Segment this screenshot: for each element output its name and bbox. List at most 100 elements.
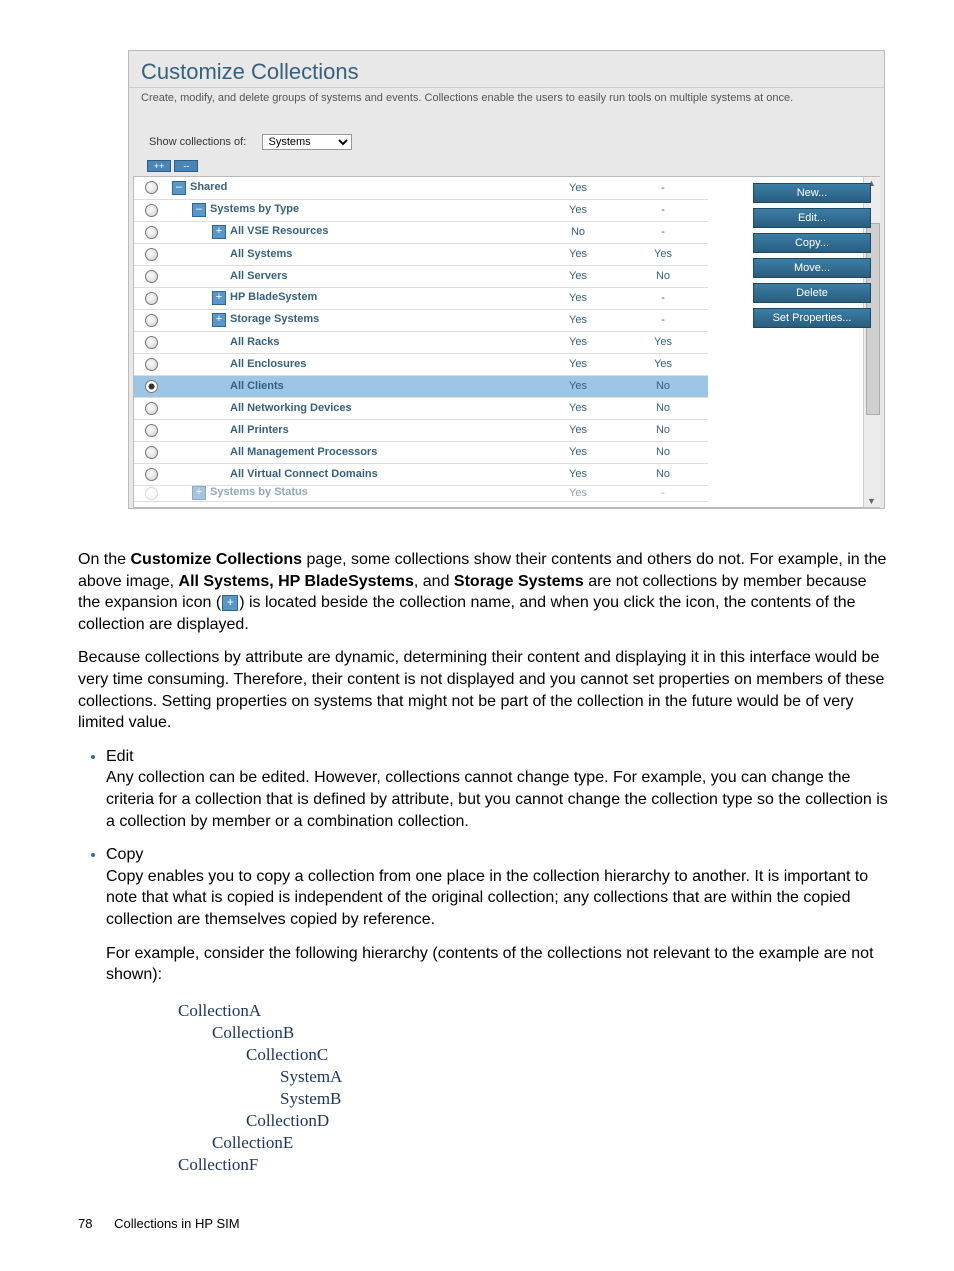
page-footer: 78 Collections in HP SIM: [78, 1216, 904, 1231]
row-col3: Yes: [538, 485, 618, 501]
row-radio[interactable]: [145, 402, 158, 415]
row-col4: Yes: [618, 353, 708, 375]
table-row[interactable]: All Virtual Connect DomainsYesNo: [134, 463, 708, 485]
row-radio[interactable]: [145, 204, 158, 217]
row-radio[interactable]: [145, 380, 158, 393]
row-radio[interactable]: [145, 424, 158, 437]
row-col3: Yes: [538, 199, 618, 221]
row-col4: -: [618, 485, 708, 501]
expand-all-button[interactable]: ++: [147, 160, 171, 172]
row-col3: Yes: [538, 375, 618, 397]
table-row[interactable]: –Systems by TypeYes-: [134, 199, 708, 221]
list-item-edit: Edit: [106, 748, 134, 765]
expand-icon[interactable]: +: [212, 291, 226, 305]
row-col4: -: [618, 221, 708, 243]
table-row[interactable]: All Management Processors YesNo: [134, 441, 708, 463]
row-label: All Networking Devices: [230, 402, 352, 414]
show-collections-select[interactable]: Systems: [262, 134, 352, 150]
row-label: All Servers: [230, 270, 287, 282]
collapse-all-button[interactable]: --: [174, 160, 198, 172]
expand-icon: +: [222, 595, 238, 611]
row-label: Shared: [190, 181, 227, 193]
row-label: All VSE Resources: [230, 225, 328, 237]
row-radio[interactable]: [145, 181, 158, 194]
show-collections-label: Show collections of:: [149, 136, 246, 148]
row-label: HP BladeSystem: [230, 291, 317, 303]
table-row[interactable]: All Enclosures YesYes: [134, 353, 708, 375]
row-label: All Management Processors: [230, 446, 377, 458]
table-row[interactable]: All PrintersYesNo: [134, 419, 708, 441]
table-row[interactable]: All Servers YesNo: [134, 265, 708, 287]
row-label: All Racks: [230, 336, 280, 348]
row-radio[interactable]: [145, 226, 158, 239]
expand-icon[interactable]: +: [212, 225, 226, 239]
delete-button[interactable]: Delete: [753, 283, 871, 303]
customize-collections-figure: Customize Collections Create, modify, an…: [128, 50, 885, 509]
row-col4: No: [618, 375, 708, 397]
row-col4: No: [618, 441, 708, 463]
paragraph-2: Because collections by attribute are dyn…: [78, 647, 888, 733]
table-row[interactable]: All Systems YesYes: [134, 243, 708, 265]
row-col3: Yes: [538, 441, 618, 463]
row-radio[interactable]: [145, 336, 158, 349]
expand-icon[interactable]: +: [192, 486, 206, 500]
edit-button[interactable]: Edit...: [753, 208, 871, 228]
row-radio[interactable]: [145, 270, 158, 283]
row-label: Systems by Type: [210, 203, 299, 215]
hierarchy-example: CollectionA CollectionB CollectionC Syst…: [178, 1000, 888, 1177]
row-col4: No: [618, 419, 708, 441]
new-button[interactable]: New...: [753, 183, 871, 203]
row-col4: No: [618, 463, 708, 485]
expand-icon[interactable]: +: [212, 313, 226, 327]
row-col4: No: [618, 265, 708, 287]
table-row[interactable]: + All VSE Resources No-: [134, 221, 708, 243]
table-row[interactable]: –Shared Yes-: [134, 177, 708, 199]
row-radio[interactable]: [145, 446, 158, 459]
row-radio[interactable]: [145, 468, 158, 481]
copy-button[interactable]: Copy...: [753, 233, 871, 253]
row-radio[interactable]: [145, 292, 158, 305]
row-radio[interactable]: [145, 248, 158, 261]
row-col3: Yes: [538, 397, 618, 419]
row-label: All Enclosures: [230, 358, 306, 370]
row-col3: Yes: [538, 177, 618, 199]
row-radio[interactable]: [145, 314, 158, 327]
row-col3: Yes: [538, 353, 618, 375]
row-col3: Yes: [538, 331, 618, 353]
list-item-copy: Copy: [106, 846, 143, 863]
row-radio[interactable]: [145, 487, 158, 500]
collections-tree: –SharedYes-–Systems by TypeYes-+All VSE …: [133, 176, 880, 508]
table-row[interactable]: + Systems by Status Yes-: [134, 485, 708, 501]
table-row[interactable]: All Networking Devices YesNo: [134, 397, 708, 419]
collapse-icon[interactable]: –: [172, 181, 186, 195]
row-label: All Clients: [230, 380, 284, 392]
row-col4: -: [618, 177, 708, 199]
move-button[interactable]: Move...: [753, 258, 871, 278]
row-col3: Yes: [538, 463, 618, 485]
row-label: All Printers: [230, 424, 289, 436]
row-col3: Yes: [538, 243, 618, 265]
row-col3: Yes: [538, 309, 618, 331]
table-row[interactable]: All Clients YesNo: [134, 375, 708, 397]
set-properties-button[interactable]: Set Properties...: [753, 308, 871, 328]
table-row[interactable]: +HP BladeSystemYes-: [134, 287, 708, 309]
edit-description: Any collection can be edited. However, c…: [106, 767, 888, 832]
copy-description-1: Copy enables you to copy a collection fr…: [106, 866, 888, 931]
row-radio[interactable]: [145, 358, 158, 371]
page-number: 78: [78, 1216, 92, 1231]
footer-section: Collections in HP SIM: [114, 1216, 239, 1231]
row-col4: No: [618, 397, 708, 419]
row-label: All Systems: [230, 248, 292, 260]
scroll-down-icon[interactable]: ▼: [867, 496, 876, 506]
row-label: Systems by Status: [210, 486, 308, 498]
collapse-icon[interactable]: –: [192, 203, 206, 217]
figure-subtitle: Create, modify, and delete groups of sys…: [129, 87, 884, 134]
table-row[interactable]: All RacksYesYes: [134, 331, 708, 353]
row-col3: Yes: [538, 265, 618, 287]
row-col3: Yes: [538, 287, 618, 309]
row-col3: No: [538, 221, 618, 243]
table-row[interactable]: +Storage SystemsYes-: [134, 309, 708, 331]
figure-title: Customize Collections: [129, 59, 884, 85]
row-col4: Yes: [618, 243, 708, 265]
copy-description-2: For example, consider the following hier…: [106, 943, 888, 986]
